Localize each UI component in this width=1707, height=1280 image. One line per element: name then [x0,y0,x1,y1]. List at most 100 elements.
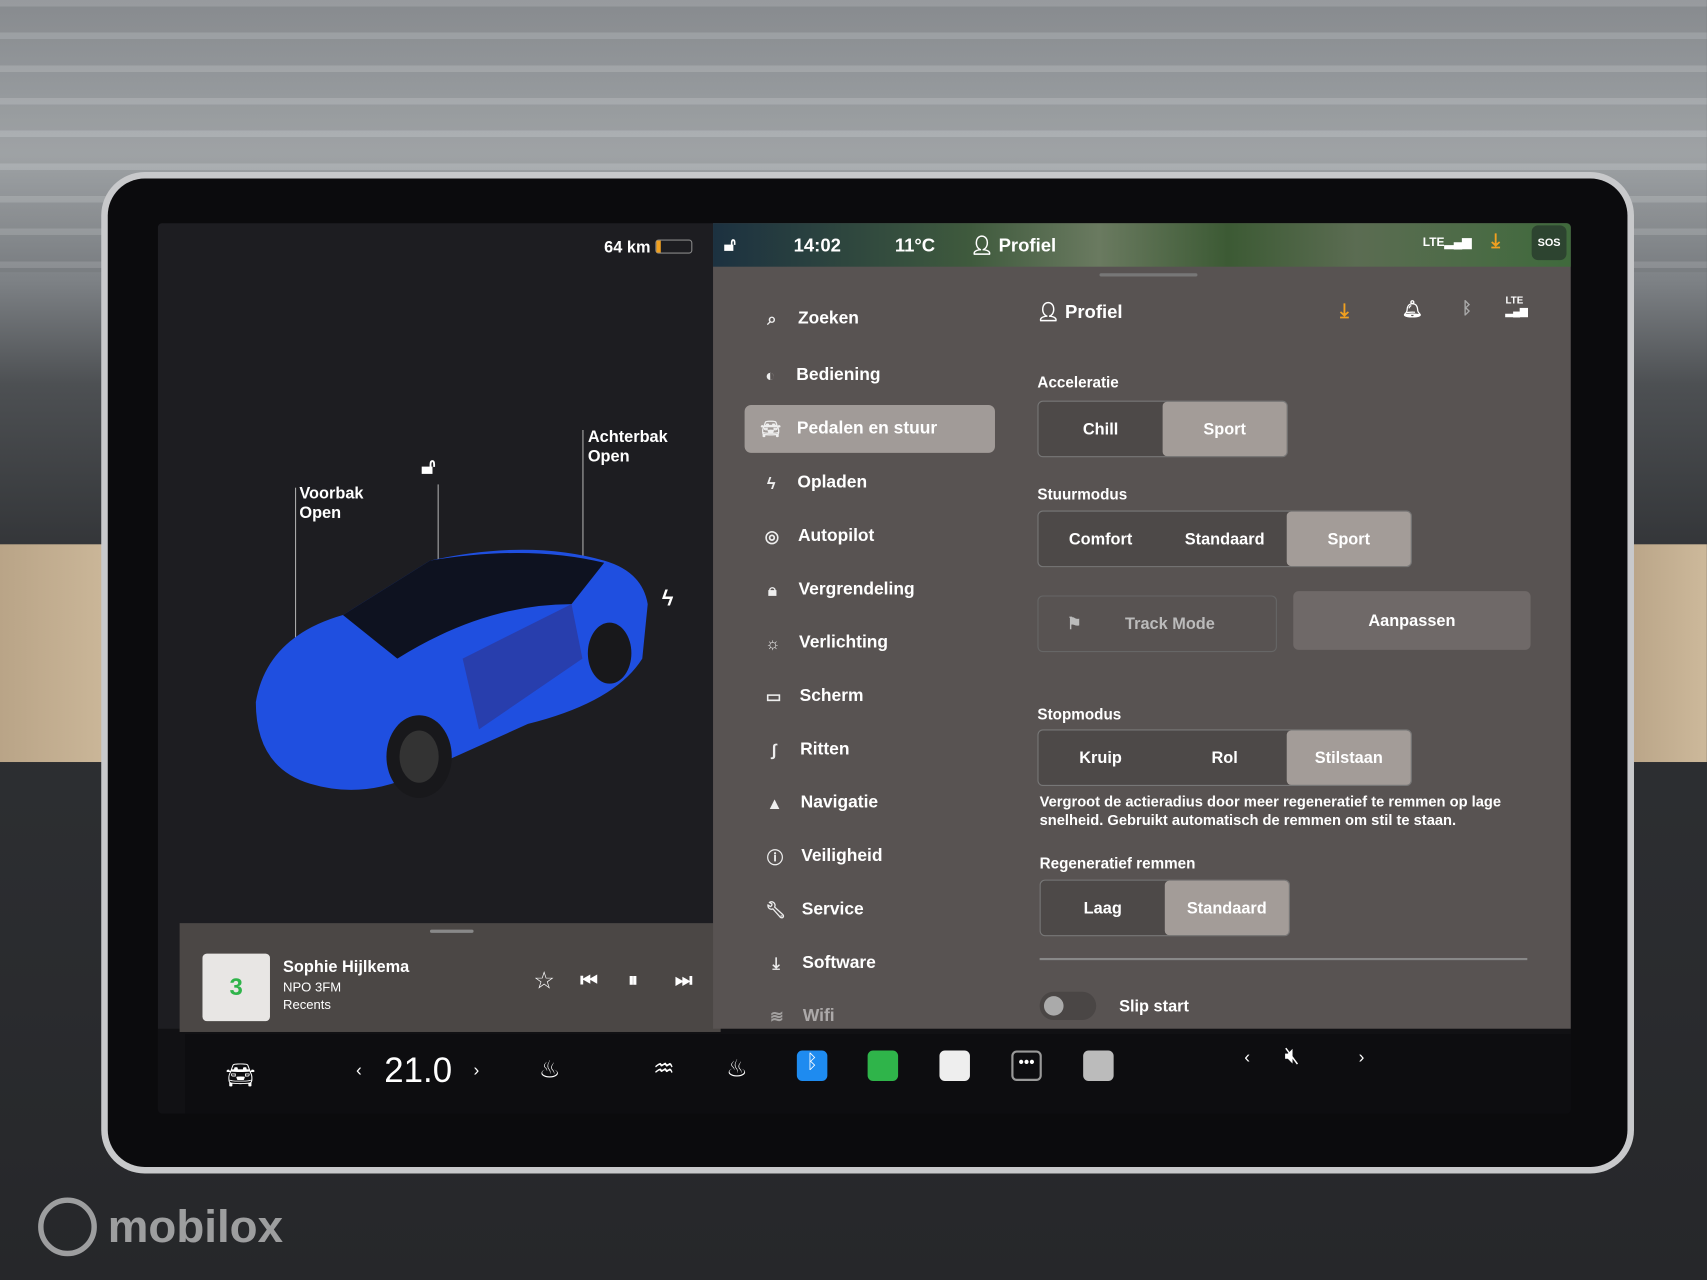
drag-handle[interactable] [1099,273,1198,277]
option-comfort[interactable]: Comfort [1039,512,1163,566]
profile-button[interactable]: 👤︎ Profiel [970,235,1056,257]
download-icon[interactable]: ⤓ [1340,299,1349,322]
menu-item-ritten[interactable]: ∫ Ritten [748,726,998,774]
car-panel[interactable]: 64 km Voorbak Open Achterbak Open 🔓︎ ϟ 3 S… [157,223,721,1032]
energy-app-icon[interactable] [867,1050,899,1081]
menu-item-pedalen-en-stuur[interactable]: 🚘︎ Pedalen en stuur [744,404,995,453]
clock: 14:02 [793,235,841,256]
stopmodus-description: Vergroot de actieradius door meer regene… [1039,793,1502,829]
charge-port-icon[interactable]: ϟ [662,587,674,612]
steering-wheel-icon: ◎ [764,527,779,547]
menu-item-label: Service [801,900,864,919]
profile-header[interactable]: 👤︎ Profiel [1036,302,1122,324]
station-logo: 3 [202,953,270,1022]
menu-item-label: Pedalen en stuur [796,419,938,438]
trips-icon: ∫ [771,740,777,760]
menu-item-autopilot[interactable]: ◎ Autopilot [746,513,996,561]
menu-item-vergrendeling[interactable]: 🔒︎ Vergrendeling [746,566,996,614]
pause-icon[interactable]: ⏸︎ [628,969,638,992]
menu-item-service[interactable]: 🔧︎ Service [750,886,1000,934]
range-text: 64 km [604,238,651,257]
volume-left-chevron[interactable]: ‹ [1244,1048,1250,1068]
outside-temp: 11°C [894,235,936,256]
display-icon: ▭ [765,687,782,707]
search-icon: ⌕ [767,309,777,329]
previous-icon[interactable]: ⏮︎ [580,969,598,992]
regen-selector[interactable]: Laag Standaard [1039,879,1290,937]
stuurmodus-selector[interactable]: Comfort Standaard Sport [1037,510,1412,568]
option-rol[interactable]: Rol [1163,730,1287,784]
menu-item-label: Wifi [802,1006,835,1026]
menu-item-veiligheid[interactable]: ⓘ Veiligheid [749,833,999,881]
menu-item-navigatie[interactable]: ▲ Navigatie [748,779,998,827]
front-defrost-icon[interactable]: ♨︎ [726,1055,747,1083]
option-laag[interactable]: Laag [1041,881,1165,935]
volume-right-chevron[interactable]: › [1359,1048,1365,1068]
track-mode-toggle[interactable]: ⚑ Track Mode [1037,595,1277,653]
lock-icon: 🔒︎ [768,580,777,600]
info-icon: ⓘ [766,848,784,868]
option-sport[interactable]: Sport [1162,401,1287,457]
option-kruip[interactable]: Kruip [1039,730,1163,784]
download-icon[interactable]: ⤓ [1491,230,1500,253]
media-player[interactable]: 3 Sophie Hijlkema NPO 3FM Recents ☆ ⏮︎ ⏸… [179,923,721,1032]
menu-item-label: Bediening [796,365,881,385]
frunk-button[interactable]: Voorbak Open [299,484,363,523]
watermark: mobilox [38,1197,283,1257]
navigation-icon: ▲ [766,794,783,813]
menu-item-zoeken[interactable]: ⌕ Zoeken [746,295,996,343]
drag-handle[interactable] [429,929,474,933]
option-stilstaan[interactable]: Stilstaan [1286,730,1411,785]
menu-item-label: Autopilot [797,526,875,546]
menu-item-label: Vergrendeling [798,580,915,599]
menu-item-scherm[interactable]: ▭ Scherm [747,673,997,721]
unlock-icon[interactable]: 🔓︎ [421,455,435,480]
more-apps-icon[interactable]: ••• [1011,1050,1042,1081]
trunk-button[interactable]: Achterbak Open [588,428,668,467]
option-chill[interactable]: Chill [1039,402,1163,456]
temp-down-chevron[interactable]: ‹ [356,1061,362,1081]
dashcam-app-icon[interactable] [1083,1050,1114,1081]
sos-button[interactable]: SOS [1531,225,1567,261]
bell-icon[interactable]: 🔔︎ [1402,299,1423,319]
option-standaard[interactable]: Standaard [1163,512,1287,566]
stopmodus-selector[interactable]: Kruip Rol Stilstaan [1037,729,1412,786]
mute-icon[interactable]: 🔇︎ [1285,1042,1300,1070]
temp-up-chevron[interactable]: › [474,1061,480,1081]
favorite-star-icon[interactable]: ☆ [533,967,554,995]
status-bar: 🔓︎ 14:02 11°C 👤︎ Profiel LTE▂▄▆ ⤓ SOS [713,223,1571,267]
option-standaard[interactable]: Standaard [1164,880,1289,936]
aanpassen-button[interactable]: Aanpassen [1293,591,1531,650]
menu-item-label: Navigatie [800,793,879,813]
regen-heading: Regeneratief remmen [1039,854,1196,872]
divider [1039,957,1528,961]
sun-icon: ☼ [765,634,781,653]
lte-signal-icon: LTE▂▄▆ [1422,236,1472,250]
menu-item-bediening[interactable]: ◐ Bediening [744,352,994,400]
menu-item-opladen[interactable]: ϟ Opladen [745,459,995,507]
option-sport[interactable]: Sport [1286,511,1411,567]
menu-item-label: Veiligheid [801,846,883,866]
source-link[interactable]: Recents [283,997,331,1012]
menu-item-label: Software [802,953,876,973]
calendar-app-icon[interactable] [939,1050,970,1081]
battery-icon [655,239,693,254]
slip-start-toggle[interactable] [1039,991,1097,1021]
lock-status-icon[interactable]: 🔓︎ [724,234,736,256]
bluetooth-app-icon[interactable]: ᛒ [796,1050,828,1081]
acceleratie-selector[interactable]: Chill Sport [1037,400,1288,458]
wifi-icon: ≋ [769,1008,784,1027]
next-icon[interactable]: ⏭︎ [675,969,693,992]
car-icon[interactable]: 🚘︎ [225,1061,255,1089]
menu-item-software[interactable]: ⤓ Software [750,939,1000,987]
seat-heater-icon[interactable]: ♨︎ [539,1056,560,1084]
rear-defrost-icon[interactable]: ♒︎ [653,1055,674,1083]
menu-item-verlichting[interactable]: ☼ Verlichting [747,619,997,667]
slip-start-label: Slip start [1119,997,1189,1016]
checkered-flag-icon: ⚑ [1066,615,1082,634]
cabin-temperature[interactable]: 21.0 [384,1050,452,1090]
bluetooth-icon[interactable]: ᛒ [1462,299,1472,318]
menu-item-label: Verlichting [799,633,889,653]
car-icon: 🚘︎ [760,420,782,439]
stopmodus-heading: Stopmodus [1037,705,1122,723]
